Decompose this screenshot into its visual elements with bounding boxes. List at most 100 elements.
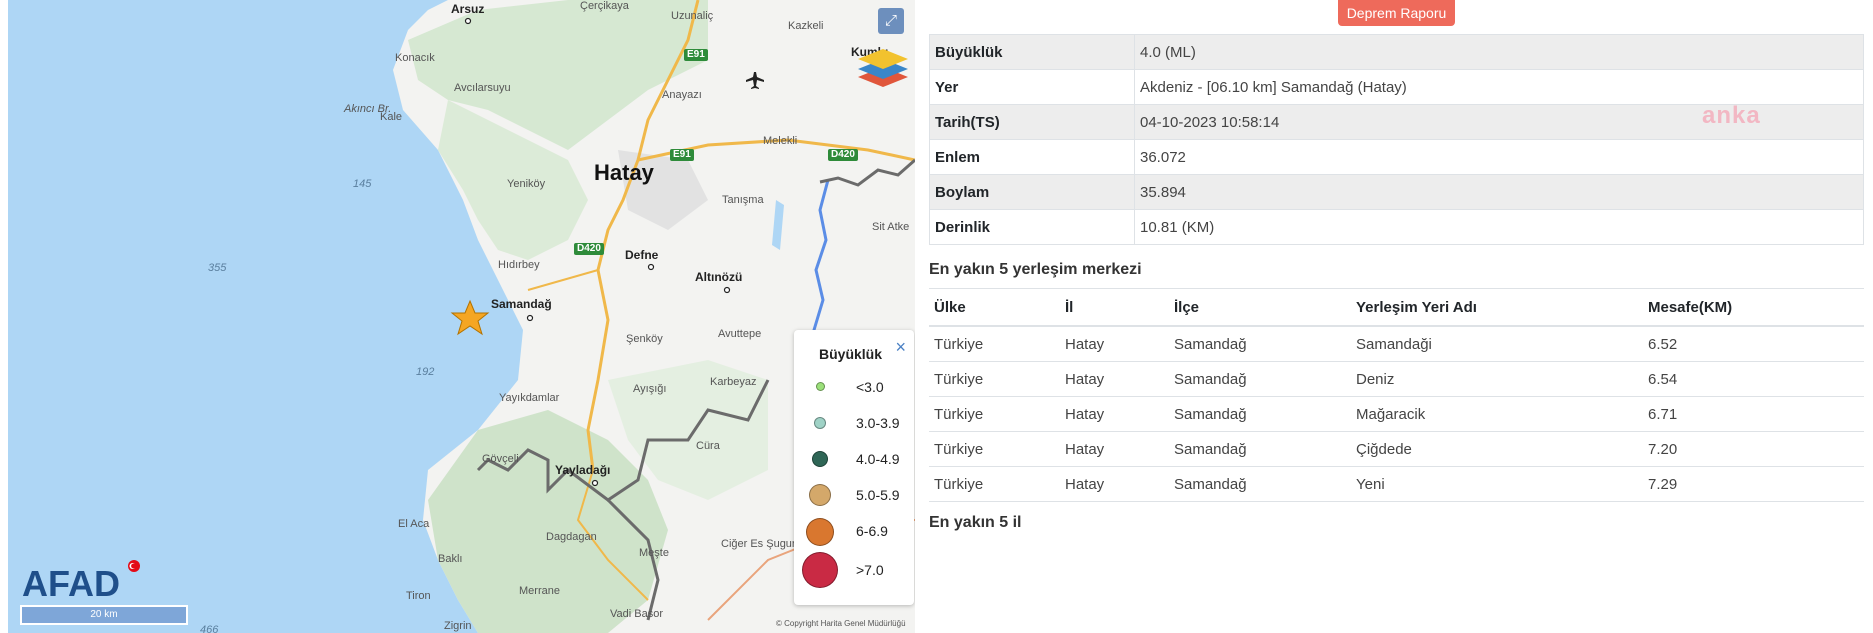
table-row: Türkiye Hatay Samandağ Çiğdede 7.20: [929, 431, 1864, 467]
earthquake-map[interactable]: Arsuz Çerçikaya Uzunaliç Kazkeli Kumlu K…: [8, 0, 915, 633]
info-key: Tarih(TS): [929, 104, 1135, 140]
cell-country: Türkiye: [929, 326, 1060, 362]
layers-button[interactable]: [856, 45, 910, 91]
cell-district: Samandağ: [1169, 431, 1351, 467]
map-label-yayladagi: Yayladağı: [555, 463, 611, 477]
road-shield-d420: D420: [828, 149, 858, 161]
map-label-arsuz: Arsuz: [451, 2, 485, 16]
depth-label-192: 192: [416, 366, 435, 378]
map-scale: 20 km: [20, 605, 188, 625]
info-value: 10.81 (KM): [1134, 209, 1864, 245]
cell-province: Hatay: [1060, 361, 1169, 397]
legend-title: Büyüklük: [819, 346, 883, 362]
table-row: Derinlik 10.81 (KM): [929, 209, 1864, 245]
map-label-kale: Kale: [380, 111, 403, 123]
map-label-hatay: Hatay: [594, 160, 654, 185]
column-header: Ülke: [929, 288, 1060, 327]
expand-map-button[interactable]: ⤢: [878, 8, 904, 34]
depth-label-145: 145: [353, 178, 372, 190]
map-label-tiron: Tiron: [406, 590, 431, 602]
road-shield-e91: E91: [670, 149, 694, 161]
map-label-senkoy: Şenköy: [626, 333, 663, 345]
map-label-bakli: Baklı: [438, 553, 463, 565]
map-label-zigrin: Zigrin: [444, 620, 472, 632]
map-label-merrane: Merrane: [519, 585, 560, 597]
map-label-yenikoy: Yeniköy: [507, 178, 546, 190]
map-label-vadibasor: Vadi Basor: [610, 608, 663, 620]
table-row: Büyüklük 4.0 (ML): [929, 34, 1864, 70]
afad-logo: AFAD: [18, 556, 143, 604]
map-label-ayisigi: Ayışığı: [633, 383, 667, 395]
cell-distance: 6.71: [1643, 396, 1864, 432]
cell-province: Hatay: [1060, 431, 1169, 467]
map-label-karbeyaz: Karbeyaz: [710, 376, 757, 388]
legend-dot: [806, 518, 834, 546]
table-row: Türkiye Hatay Samandağ Yeni 7.29: [929, 466, 1864, 502]
map-copyright: © Copyright Harita Genel Müdürlüğü: [776, 619, 906, 628]
legend-label: >7.0: [856, 562, 884, 578]
cell-settlement: Çiğdede: [1351, 431, 1643, 467]
map-label-dagdagan: Dagdagan: [546, 531, 597, 543]
column-header: Yerleşim Yeri Adı: [1351, 288, 1643, 327]
table-row: Boylam 35.894: [929, 174, 1864, 210]
magnitude-legend: Büyüklük × <3.0 3.0-3.9 4.0-4.9 5.0-5.9 …: [794, 330, 914, 605]
map-label-kazkeli: Kazkeli: [788, 20, 824, 32]
cell-country: Türkiye: [929, 431, 1060, 467]
info-value: Akdeniz - [06.10 km] Samandağ (Hatay): [1134, 69, 1864, 105]
map-label-cercikaya: Çerçikaya: [580, 0, 629, 12]
legend-label: 4.0-4.9: [856, 451, 900, 467]
table-row: Yer Akdeniz - [06.10 km] Samandağ (Hatay…: [929, 69, 1864, 105]
legend-label: 3.0-3.9: [856, 415, 900, 431]
map-label-konacik: Konacık: [395, 52, 435, 64]
cell-country: Türkiye: [929, 466, 1060, 502]
cell-settlement: Yeni: [1351, 466, 1643, 502]
cell-country: Türkiye: [929, 361, 1060, 397]
legend-dot: [812, 451, 828, 467]
column-header: İlçe: [1169, 288, 1351, 327]
legend-label: <3.0: [856, 379, 884, 395]
map-label-ciger: Ciğer Es Şugur: [721, 538, 796, 550]
map-label-anayazi: Anayazı: [662, 89, 702, 101]
legend-item: >7.0: [794, 550, 914, 588]
map-label-defne: Defne: [625, 248, 659, 262]
info-value: 36.072: [1134, 139, 1864, 175]
epicenter-star: [450, 299, 490, 336]
cell-settlement: Deniz: [1351, 361, 1643, 397]
expand-icon: ⤢: [884, 12, 897, 29]
legend-dot: [809, 484, 831, 506]
map-label-meste: Meşte: [639, 547, 669, 559]
cell-province: Hatay: [1060, 466, 1169, 502]
map-label-melekli: Melekli: [763, 135, 798, 147]
cell-district: Samandağ: [1169, 396, 1351, 432]
nearest-provinces-title: En yakın 5 il: [929, 514, 1022, 531]
legend-item: 4.0-4.9: [794, 442, 914, 478]
legend-item: 5.0-5.9: [794, 478, 914, 514]
info-key: Derinlik: [929, 209, 1135, 245]
info-value: 4.0 (ML): [1134, 34, 1864, 70]
anka-watermark: anka: [1702, 102, 1761, 129]
map-label-cura: Cüra: [696, 440, 720, 452]
cell-distance: 7.20: [1643, 431, 1864, 467]
map-label-elaca: El Aca: [398, 518, 430, 530]
legend-item: 3.0-3.9: [794, 406, 914, 442]
depth-label-355: 355: [208, 262, 227, 274]
info-key: Büyüklük: [929, 34, 1135, 70]
cell-district: Samandağ: [1169, 466, 1351, 502]
legend-label: 6-6.9: [856, 523, 888, 539]
road-shield-e91: E91: [684, 49, 708, 61]
map-label-altinozu: Altınözü: [695, 270, 743, 284]
close-icon[interactable]: ×: [895, 338, 906, 356]
cell-province: Hatay: [1060, 326, 1169, 362]
table-header-row: Ülke İl İlçe Yerleşim Yeri Adı Mesafe(KM…: [929, 288, 1864, 327]
legend-item: <3.0: [794, 370, 914, 406]
nearest-settlements-table: Ülke İl İlçe Yerleşim Yeri Adı Mesafe(KM…: [929, 288, 1864, 502]
cell-country: Türkiye: [929, 396, 1060, 432]
cell-distance: 7.29: [1643, 466, 1864, 502]
legend-label: 5.0-5.9: [856, 487, 900, 503]
map-label-govceli: Gövçeli: [482, 453, 519, 465]
table-row: Enlem 36.072: [929, 139, 1864, 175]
earthquake-report-button[interactable]: Deprem Raporu: [1338, 0, 1455, 26]
road-shield-d420: D420: [574, 243, 604, 255]
depth-label-466: 466: [200, 624, 219, 633]
cell-district: Samandağ: [1169, 361, 1351, 397]
